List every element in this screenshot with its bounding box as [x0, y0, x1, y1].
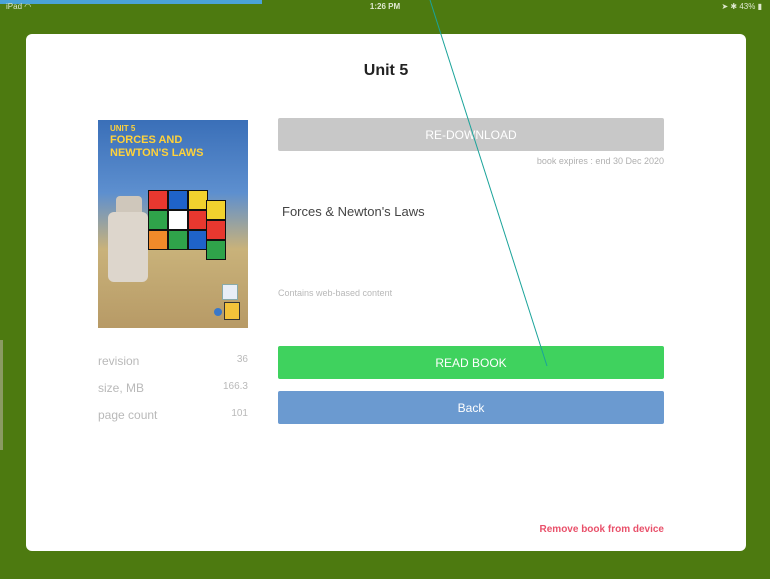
bluetooth-icon: ✱ [730, 2, 738, 11]
rubiks-cube-graphic [148, 190, 226, 280]
book-dialog: Unit 5 UNIT 5 FORCES AND NEWTON'S LAWS r… [26, 34, 746, 551]
meta-label: page count [98, 408, 158, 422]
meta-value: 36 [236, 354, 248, 365]
meta-value: 101 [231, 408, 248, 419]
meta-row-page-count: page count 101 [98, 408, 248, 435]
status-right: ➤ ✱ 43% ▮ [721, 0, 762, 14]
globe-icon [214, 308, 222, 316]
read-book-button[interactable]: READ BOOK [278, 346, 664, 379]
battery-percent: 43% [739, 2, 756, 11]
meta-value: 166.3 [222, 381, 248, 392]
cover-title: FORCES AND NEWTON'S LAWS [110, 134, 204, 159]
redownload-button[interactable]: RE-DOWNLOAD [278, 118, 664, 151]
publisher-logo-icon [224, 302, 240, 320]
meta-row-size: size, MB 166.3 [98, 381, 248, 408]
robot-graphic [108, 212, 148, 282]
book-name: Forces & Newton's Laws [282, 204, 425, 219]
status-bar: iPad ◠ 1:26 PM ➤ ✱ 43% ▮ [0, 0, 770, 14]
expiry-text: book expires : end 30 Dec 2020 [536, 156, 664, 166]
web-content-icon [222, 284, 238, 300]
meta-row-revision: revision 36 [98, 354, 248, 381]
meta-label: revision [98, 354, 140, 368]
location-icon: ➤ [721, 2, 729, 11]
status-time: 1:26 PM [369, 2, 401, 11]
dialog-title: Unit 5 [363, 62, 409, 79]
back-button[interactable]: Back [278, 391, 664, 424]
web-content-note: Contains web-based content [278, 288, 393, 298]
remove-book-link[interactable]: Remove book from device [540, 524, 664, 535]
book-meta: revision 36 size, MB 166.3 page count 10… [98, 354, 248, 435]
battery-icon: ▮ [757, 2, 762, 11]
left-edge-strip [0, 340, 3, 450]
cover-unit-label: UNIT 5 [110, 124, 136, 133]
book-cover: UNIT 5 FORCES AND NEWTON'S LAWS [98, 120, 248, 328]
meta-label: size, MB [98, 381, 145, 395]
